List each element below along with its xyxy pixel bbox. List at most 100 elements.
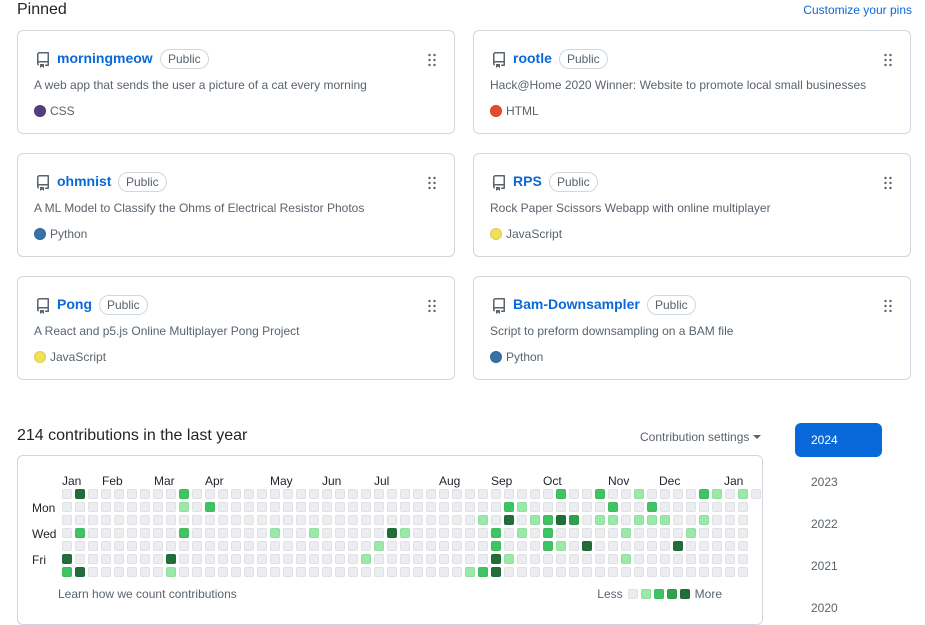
contribution-day[interactable]	[530, 502, 540, 512]
contribution-day[interactable]	[478, 502, 488, 512]
contribution-day[interactable]	[322, 567, 332, 577]
contribution-day[interactable]	[257, 489, 267, 499]
contribution-day[interactable]	[569, 567, 579, 577]
contribution-day[interactable]	[101, 489, 111, 499]
contribution-day[interactable]	[517, 489, 527, 499]
contribution-day[interactable]	[426, 567, 436, 577]
contribution-day[interactable]	[205, 528, 215, 538]
contribution-day[interactable]	[348, 502, 358, 512]
contribution-day[interactable]	[192, 554, 202, 564]
contribution-day[interactable]	[595, 554, 605, 564]
contribution-day[interactable]	[179, 567, 189, 577]
contribution-day[interactable]	[205, 541, 215, 551]
contribution-day[interactable]	[686, 489, 696, 499]
repo-name-link[interactable]: ohmnist	[57, 173, 111, 189]
contribution-day[interactable]	[699, 528, 709, 538]
contribution-day[interactable]	[699, 502, 709, 512]
contribution-day[interactable]	[192, 541, 202, 551]
contribution-day[interactable]	[270, 489, 280, 499]
contribution-day[interactable]	[660, 528, 670, 538]
contribution-day[interactable]	[595, 528, 605, 538]
contribution-day[interactable]	[387, 528, 397, 538]
contribution-day[interactable]	[673, 567, 683, 577]
contribution-day[interactable]	[556, 567, 566, 577]
contribution-day[interactable]	[478, 515, 488, 525]
contribution-day[interactable]	[166, 567, 176, 577]
contribution-day[interactable]	[608, 567, 618, 577]
contribution-day[interactable]	[673, 541, 683, 551]
contribution-day[interactable]	[101, 567, 111, 577]
contribution-day[interactable]	[582, 541, 592, 551]
contribution-day[interactable]	[595, 489, 605, 499]
contribution-day[interactable]	[712, 489, 722, 499]
contribution-day[interactable]	[88, 515, 98, 525]
contribution-day[interactable]	[400, 489, 410, 499]
contribution-day[interactable]	[374, 554, 384, 564]
contribution-day[interactable]	[426, 515, 436, 525]
contribution-day[interactable]	[686, 541, 696, 551]
contribution-day[interactable]	[361, 515, 371, 525]
contribution-day[interactable]	[413, 515, 423, 525]
drag-handle-icon[interactable]	[883, 175, 893, 191]
contribution-day[interactable]	[335, 554, 345, 564]
contribution-day[interactable]	[452, 541, 462, 551]
contribution-day[interactable]	[686, 554, 696, 564]
contribution-day[interactable]	[491, 515, 501, 525]
contribution-day[interactable]	[686, 515, 696, 525]
contribution-day[interactable]	[738, 541, 748, 551]
contribution-day[interactable]	[140, 489, 150, 499]
contribution-day[interactable]	[361, 489, 371, 499]
contribution-day[interactable]	[101, 528, 111, 538]
contribution-day[interactable]	[517, 554, 527, 564]
contribution-day[interactable]	[296, 541, 306, 551]
contribution-day[interactable]	[413, 554, 423, 564]
contribution-day[interactable]	[465, 515, 475, 525]
contribution-day[interactable]	[166, 502, 176, 512]
contribution-day[interactable]	[335, 502, 345, 512]
contribution-day[interactable]	[244, 515, 254, 525]
contribution-day[interactable]	[387, 502, 397, 512]
contribution-day[interactable]	[699, 515, 709, 525]
contribution-day[interactable]	[218, 489, 228, 499]
contribution-day[interactable]	[712, 502, 722, 512]
contribution-day[interactable]	[504, 515, 514, 525]
contribution-day[interactable]	[556, 554, 566, 564]
contribution-day[interactable]	[127, 541, 137, 551]
contribution-day[interactable]	[478, 554, 488, 564]
contribution-day[interactable]	[621, 541, 631, 551]
contribution-day[interactable]	[75, 554, 85, 564]
contribution-day[interactable]	[127, 567, 137, 577]
contribution-day[interactable]	[374, 541, 384, 551]
contribution-day[interactable]	[270, 502, 280, 512]
contribution-day[interactable]	[309, 541, 319, 551]
contribution-day[interactable]	[218, 502, 228, 512]
contribution-day[interactable]	[335, 515, 345, 525]
contribution-day[interactable]	[270, 515, 280, 525]
contribution-day[interactable]	[309, 489, 319, 499]
contribution-day[interactable]	[439, 528, 449, 538]
contribution-day[interactable]	[478, 489, 488, 499]
repo-name-link[interactable]: RPS	[513, 173, 542, 189]
contribution-day[interactable]	[465, 567, 475, 577]
contribution-day[interactable]	[296, 567, 306, 577]
contribution-day[interactable]	[413, 502, 423, 512]
contribution-day[interactable]	[205, 567, 215, 577]
contribution-day[interactable]	[465, 489, 475, 499]
contribution-day[interactable]	[556, 515, 566, 525]
contribution-day[interactable]	[218, 528, 228, 538]
contribution-day[interactable]	[738, 528, 748, 538]
contribution-day[interactable]	[322, 541, 332, 551]
contribution-day[interactable]	[361, 528, 371, 538]
contribution-day[interactable]	[296, 554, 306, 564]
contribution-day[interactable]	[140, 567, 150, 577]
contribution-day[interactable]	[647, 567, 657, 577]
contribution-day[interactable]	[205, 502, 215, 512]
contribution-day[interactable]	[647, 489, 657, 499]
contribution-day[interactable]	[114, 541, 124, 551]
contribution-day[interactable]	[595, 567, 605, 577]
contribution-day[interactable]	[348, 489, 358, 499]
contribution-day[interactable]	[192, 528, 202, 538]
contribution-day[interactable]	[231, 567, 241, 577]
drag-handle-icon[interactable]	[427, 52, 437, 68]
contribution-day[interactable]	[426, 528, 436, 538]
